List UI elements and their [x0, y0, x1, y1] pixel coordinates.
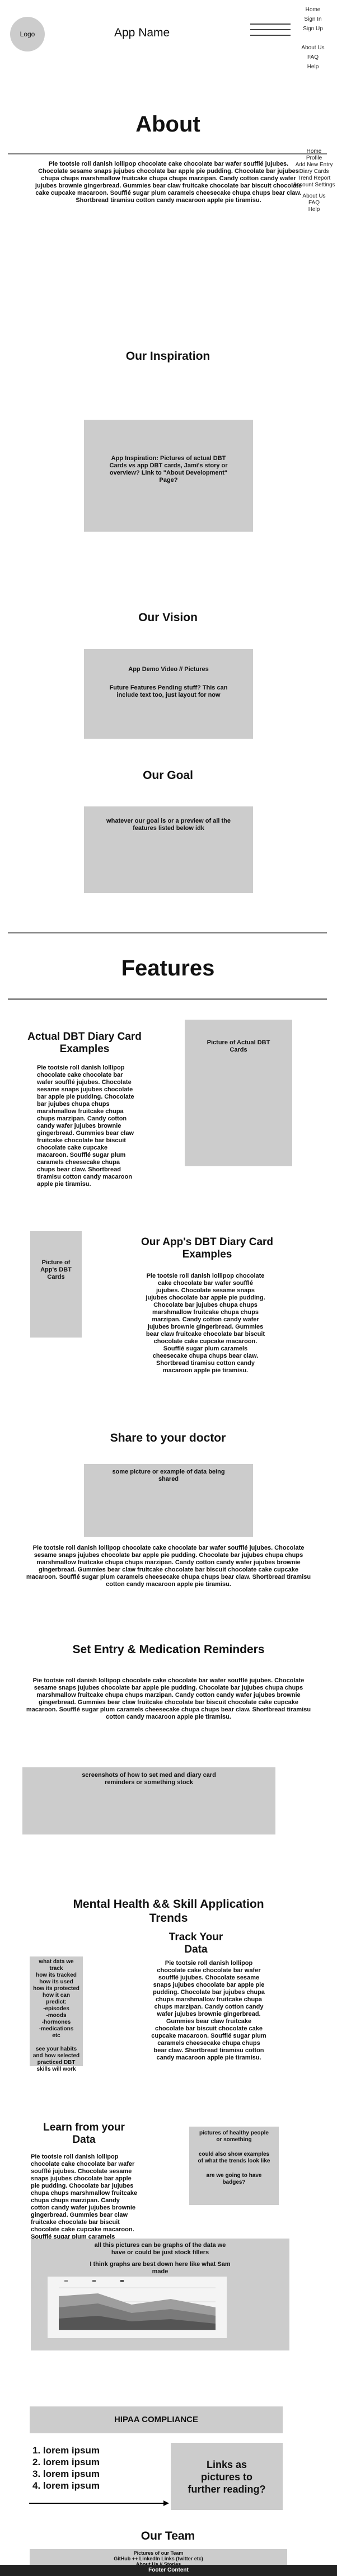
app-cards-text: Pie tootsie roll danish lollipop chocola… [146, 1273, 265, 1374]
actual-cards-picture: Picture of Actual DBT Cards [185, 1020, 292, 1166]
graphs-box: all this pictures can be graphs of the d… [31, 2239, 289, 2350]
trends-right-box: pictures of healthy people or something … [189, 2127, 279, 2205]
features-divider-top [8, 932, 327, 933]
doctor-text: Pie tootsie roll danish lollipop chocola… [26, 1545, 311, 1588]
goal-box-text: whatever our goal is or a preview of all… [106, 818, 231, 832]
entry-title: Set Entry & Medication Reminders [72, 1643, 265, 1656]
about-text: Pie tootsie roll danish lollipop chocola… [35, 161, 302, 204]
side-nav-help[interactable]: Help [291, 207, 337, 213]
hipaa-links-box[interactable]: Links as pictures to further reading? [171, 2443, 283, 2510]
header: Logo App Name Home Sign In Sign Up About… [0, 0, 337, 70]
actual-cards-text: Pie tootsie roll danish lollipop chocola… [37, 1064, 134, 1188]
trends-title: Mental Health && Skill Application Trend… [73, 1898, 264, 1925]
features-divider-bottom [8, 998, 327, 1000]
track-text: Pie tootsie roll danish lollipop chocola… [151, 1960, 266, 2061]
doctor-box-text: some picture or example of data being sh… [112, 1468, 225, 1482]
nav-sign-in[interactable]: Sign In [291, 16, 335, 23]
app-cards-picture-text: Picture of App's DBT Cards [40, 1259, 72, 1280]
app-name: App Name [114, 26, 170, 39]
hipaa-list-item: 2. lorem ipsum [32, 2457, 100, 2467]
vision-box-line1: App Demo Video // Pictures [128, 666, 209, 673]
goal-title: Our Goal [143, 769, 193, 782]
footer-text: Footer Content [148, 2567, 189, 2573]
nav-help[interactable]: Help [291, 64, 335, 71]
hipaa-list-item: 1. lorem ipsum [32, 2445, 100, 2456]
hamburger-menu-icon[interactable] [250, 24, 291, 40]
hipaa-list: 1. lorem ipsum 2. lorem ipsum 3. lorem i… [32, 2444, 133, 2491]
about-divider [8, 153, 327, 154]
area-chart-svg [59, 2280, 216, 2330]
nav-about-us[interactable]: About Us [291, 45, 335, 51]
trends-right-box-text-3: are we going to have badges? [206, 2173, 262, 2185]
inspiration-title: Our Inspiration [125, 350, 210, 363]
nav-faq[interactable]: FAQ [291, 54, 335, 61]
vision-box: App Demo Video // Pictures Future Featur… [84, 649, 253, 739]
features-title: Features [121, 956, 215, 980]
team-title: Our Team [141, 2530, 195, 2542]
footer: Footer Content [0, 2565, 337, 2576]
trends-right-box-text-1: pictures of healthy people or something [199, 2130, 269, 2143]
doctor-box: some picture or example of data being sh… [84, 1464, 253, 1537]
area-chart-thumbnail [48, 2277, 227, 2338]
doctor-title: Share to your doctor [110, 1432, 226, 1444]
graphs-box-line2: I think graphs are best down here like w… [90, 2261, 231, 2275]
graphs-box-line1: all this pictures can be graphs of the d… [94, 2242, 226, 2256]
hipaa-banner: HIPAA COMPLIANCE [30, 2406, 283, 2433]
inspiration-box: App Inspiration: Pictures of actual DBT … [84, 420, 253, 532]
nav-sign-up[interactable]: Sign Up [291, 26, 335, 32]
vision-title: Our Vision [138, 611, 198, 624]
hipaa-list-item: 4. lorem ipsum [32, 2480, 100, 2491]
entry-text: Pie tootsie roll danish lollipop chocola… [26, 1677, 311, 1720]
top-nav: Home Sign In Sign Up About Us FAQ Help [291, 7, 335, 71]
entry-box: screenshots of how to set med and diary … [22, 1767, 275, 1834]
learn-title: Learn from your Data [43, 2122, 125, 2146]
trends-left-box-text-1: what data we track how its tracked how i… [33, 1959, 79, 2039]
hipaa-links-text: Links as pictures to further reading? [188, 2459, 266, 2495]
inspiration-box-text: App Inspiration: Pictures of actual DBT … [109, 455, 228, 484]
nav-home[interactable]: Home [291, 7, 335, 13]
actual-cards-picture-text: Picture of Actual DBT Cards [207, 1039, 270, 1053]
track-title: Track Your Data [168, 1931, 223, 1955]
entry-box-text: screenshots of how to set med and diary … [82, 1772, 216, 1786]
actual-cards-title: Actual DBT Diary Card Examples [27, 1031, 142, 1055]
trends-right-box-text-2: could also show examples of what the tre… [198, 2151, 270, 2164]
arrow-icon [29, 2499, 169, 2510]
hipaa-title: HIPAA COMPLIANCE [114, 2415, 198, 2424]
logo-text: Logo [20, 30, 35, 38]
about-title: About [135, 112, 200, 137]
goal-box: whatever our goal is or a preview of all… [84, 806, 253, 893]
logo[interactable]: Logo [10, 17, 45, 51]
vision-box-line2: Future Features Pending stuff? This can … [109, 684, 228, 698]
app-cards-picture: Picture of App's DBT Cards [30, 1231, 82, 1338]
hipaa-list-item: 3. lorem ipsum [32, 2469, 100, 2479]
trends-left-box: what data we track how its tracked how i… [30, 1956, 83, 2072]
trends-left-box-text-2: see your habits and how selected practic… [32, 2046, 80, 2072]
app-cards-title: Our App's DBT Diary Card Examples [141, 1236, 274, 1260]
